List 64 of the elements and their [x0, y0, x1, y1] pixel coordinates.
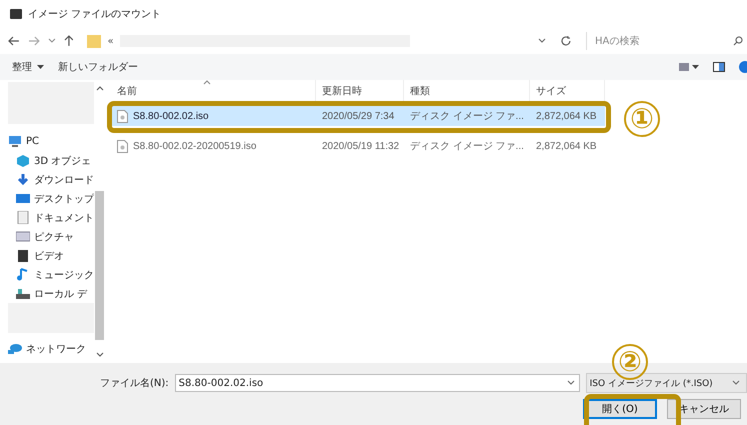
- search-field[interactable]: HAの検索: [586, 32, 747, 50]
- computer-icon: [8, 135, 22, 148]
- preview-pane-icon[interactable]: [713, 62, 725, 72]
- up-arrow-icon[interactable]: [64, 35, 74, 47]
- caret-icon[interactable]: [538, 38, 546, 44]
- window-title: イメージ ファイルのマウント: [28, 8, 162, 21]
- caret-icon: [566, 380, 575, 386]
- caret-icon: [732, 380, 740, 386]
- file-name: S8.80-002.02-20200519.iso: [133, 140, 256, 152]
- folder-icon: [87, 34, 102, 48]
- column-header[interactable]: サイズ: [530, 80, 605, 102]
- caret-icon: [37, 65, 44, 69]
- network-icon: [8, 342, 22, 355]
- file-type-dropdown[interactable]: ISO イメージファイル (*.ISO): [586, 373, 747, 393]
- file-type: ディスク イメージ ファ...: [409, 140, 525, 153]
- refresh-icon[interactable]: [560, 35, 572, 47]
- open-button[interactable]: 開く(O): [583, 399, 657, 419]
- organize-menu[interactable]: 整理: [12, 60, 44, 74]
- filename-label: ファイル名(N):: [100, 377, 169, 390]
- music-note-icon: [16, 268, 30, 281]
- step-number: ①: [624, 101, 660, 137]
- file-name: S8.80-002.02.iso: [133, 110, 209, 122]
- column-header[interactable]: 更新日時: [316, 80, 404, 102]
- drive-icon: [16, 287, 30, 300]
- file-icon: [117, 110, 128, 122]
- app-icon: [10, 9, 22, 19]
- file-icon: [117, 140, 128, 152]
- modified-date: 2020/05/29 7:34: [321, 110, 396, 122]
- desktop-icon: [16, 192, 30, 205]
- column-header[interactable]: 名前: [111, 80, 316, 102]
- step-number: ②: [612, 344, 648, 380]
- sidebar-item[interactable]: ミュージック: [0, 265, 94, 284]
- modified-date: 2020/05/19 11:32: [321, 140, 400, 152]
- picture-icon: [16, 230, 30, 243]
- file-size: 2,872,064 KB: [535, 110, 598, 122]
- sidebar-item[interactable]: ビデオ: [0, 246, 94, 265]
- address-field[interactable]: «: [87, 32, 552, 50]
- filename-field[interactable]: S8.80-002.02.iso: [174, 374, 580, 392]
- sidebar-item[interactable]: ピクチャ: [0, 227, 94, 246]
- document-icon: [16, 211, 30, 224]
- sidebar-item[interactable]: 3D オブジェ: [0, 151, 94, 170]
- cube-icon: [16, 154, 30, 167]
- breadcrumb-text: «: [107, 36, 114, 46]
- sidebar-item[interactable]: ドキュメント: [0, 208, 94, 227]
- sidebar-item[interactable]: ネットワーク: [0, 339, 94, 358]
- sidebar-item[interactable]: ローカル デ: [0, 284, 94, 303]
- sidebar-item[interactable]: ダウンロード: [0, 170, 94, 189]
- file-row[interactable]: S8.80-002.02.iso 2020/05/29 7:34 ディスク イメージ ファ... 2,872,064 KB: [111, 106, 605, 126]
- scroll-down-icon[interactable]: [96, 352, 104, 357]
- scroll-thumb[interactable]: [95, 191, 104, 340]
- film-icon: [16, 249, 30, 262]
- file-type: ディスク イメージ ファ...: [409, 110, 525, 123]
- new-folder-button[interactable]: 新しいフォルダー: [58, 60, 138, 74]
- file-row[interactable]: S8.80-002.02-20200519.iso 2020/05/19 11:32 ディスク イメージ ファ... 2,872,064 KB: [111, 136, 605, 156]
- sidebar-item[interactable]: デスクトップ: [0, 189, 94, 208]
- sidebar-item[interactable]: PC: [0, 132, 94, 151]
- column-header[interactable]: 種類: [404, 80, 530, 102]
- back-arrow-icon[interactable]: [8, 36, 20, 46]
- view-options-icon[interactable]: [679, 62, 699, 72]
- caret-icon[interactable]: [48, 38, 56, 44]
- search-icon: [733, 36, 744, 46]
- download-arrow-icon: [16, 173, 30, 186]
- file-size: 2,872,064 KB: [535, 140, 598, 152]
- scroll-up-icon[interactable]: [96, 86, 104, 91]
